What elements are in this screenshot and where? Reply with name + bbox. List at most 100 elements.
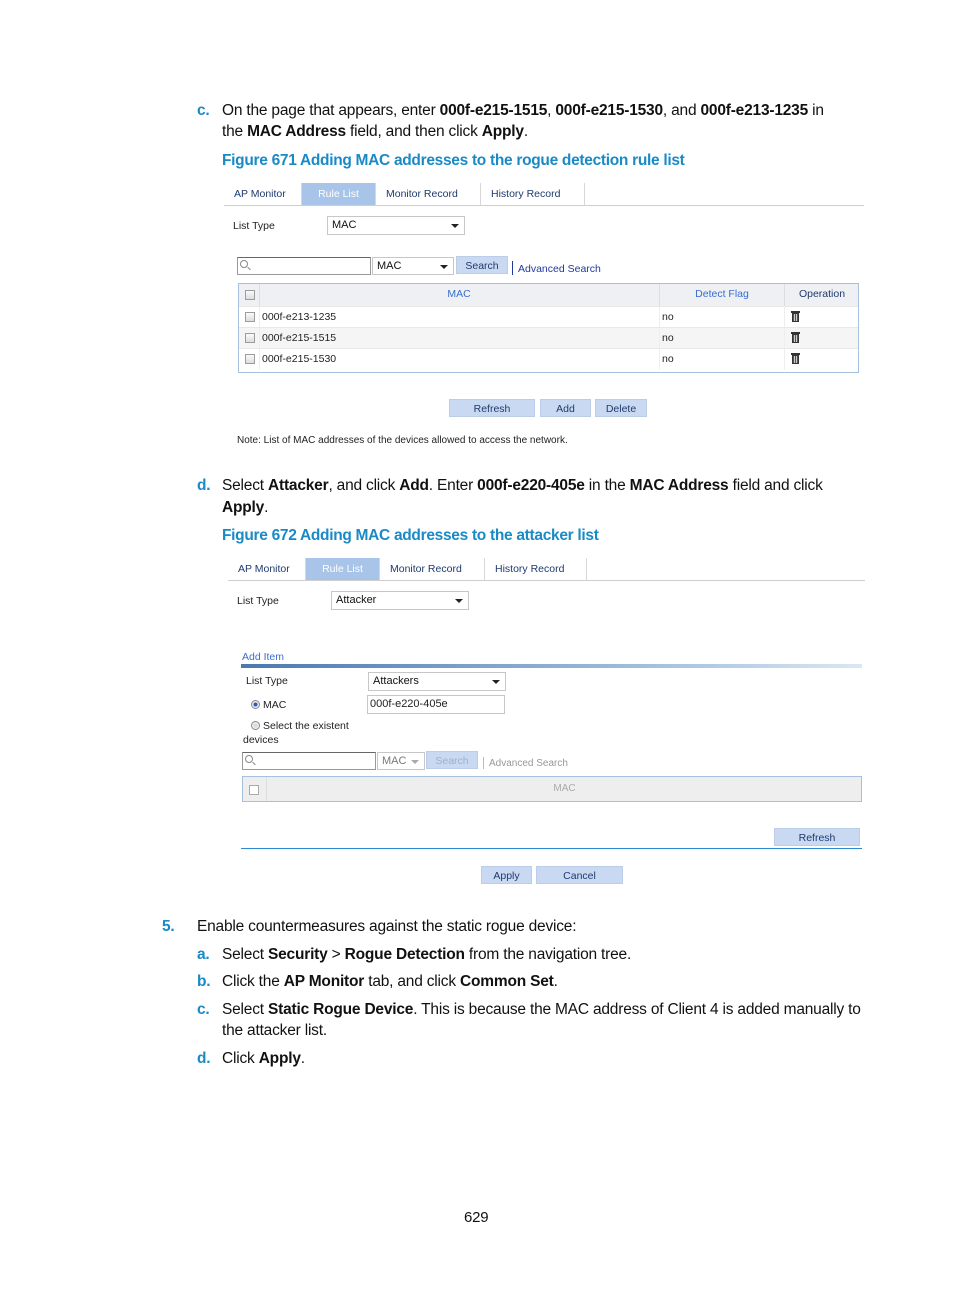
apply-button[interactable]: Apply (481, 866, 532, 884)
text: tab, and click (364, 973, 461, 990)
tab-monitor-record[interactable]: Monitor Record (380, 558, 485, 580)
menu-name: Security (268, 946, 328, 963)
advanced-search-link[interactable]: Advanced Search (518, 263, 601, 275)
step-marker: d. (197, 1050, 211, 1067)
search-icon (240, 260, 248, 268)
divider (659, 307, 660, 328)
tab-history-record[interactable]: History Record (481, 183, 585, 205)
search-button[interactable]: Search (456, 256, 508, 274)
header-detect-flag[interactable]: Detect Flag (660, 284, 784, 305)
tab-ap-monitor[interactable]: AP Monitor (224, 183, 302, 205)
table-row: 000f-e215-1530 no (239, 348, 858, 370)
radio-existent-label: Select the existent (263, 720, 349, 732)
tab-monitor-record[interactable]: Monitor Record (376, 183, 481, 205)
delete-button[interactable]: Delete (595, 399, 647, 417)
step-marker: c. (197, 102, 210, 119)
select-all-checkbox[interactable] (249, 785, 259, 795)
tab-history-record[interactable]: History Record (485, 558, 587, 580)
list-type-label: List Type (233, 220, 275, 232)
table-row: 000f-e215-1515 no (239, 327, 858, 349)
tab-rule-list[interactable]: Rule List (306, 558, 380, 580)
advanced-search-link[interactable]: Advanced Search (489, 758, 568, 769)
text: Select (222, 1001, 268, 1018)
mac-value: 000f-e215-1530 (555, 102, 663, 119)
trash-icon[interactable] (791, 353, 800, 364)
button-name: Common Set (460, 973, 554, 990)
row-checkbox[interactable] (245, 312, 255, 322)
divider (659, 349, 660, 370)
mac-input[interactable]: 000f-e220-405e (367, 695, 505, 714)
radio-mac[interactable] (251, 700, 260, 709)
add-item-list-type-value: Attackers (373, 675, 419, 687)
step-a-text: Select Security > Rogue Detection from t… (222, 944, 631, 965)
existent-search-button[interactable]: Search (426, 751, 478, 769)
header-operation: Operation (798, 288, 846, 300)
select-all-checkbox[interactable] (245, 290, 255, 300)
existent-search-input[interactable] (242, 752, 376, 770)
figure-672-caption: Figure 672 Adding MAC addresses to the a… (222, 527, 599, 544)
trash-icon[interactable] (791, 332, 800, 343)
text: . (300, 1050, 305, 1067)
row-checkbox[interactable] (245, 354, 255, 364)
text: the (222, 123, 248, 140)
chevron-down-icon (440, 265, 448, 269)
chevron-down-icon (455, 599, 463, 603)
search-icon (245, 755, 253, 763)
add-item-divider (241, 664, 862, 668)
divider (259, 349, 260, 370)
add-button[interactable]: Add (540, 399, 591, 417)
header-mac[interactable]: MAC (259, 284, 659, 305)
text: . (523, 123, 528, 140)
text: , and click (328, 477, 400, 494)
text: field, and then click (345, 123, 482, 140)
text: . This is because the MAC address of Cli… (413, 1001, 861, 1018)
chevron-down-icon (492, 680, 500, 684)
table-row: 000f-e213-1235 no (239, 306, 858, 328)
cell-mac: 000f-e215-1530 (262, 353, 337, 365)
text: , and (662, 102, 701, 119)
text: > (327, 946, 345, 963)
tab-ap-monitor[interactable]: AP Monitor (228, 558, 306, 580)
header-mac: MAC (553, 783, 576, 794)
cell-detect-flag: no (662, 332, 674, 344)
step-marker: c. (197, 1001, 210, 1018)
existent-search-field-select[interactable]: MAC (377, 752, 425, 770)
mac-input-value: 000f-e220-405e (370, 698, 448, 710)
search-field-select[interactable]: MAC (372, 257, 454, 275)
cell-detect-flag: no (662, 311, 674, 323)
text: from the navigation tree. (464, 946, 632, 963)
mac-value: 000f-e215-1515 (439, 102, 548, 119)
text: field and click (728, 477, 823, 494)
list-type-value: Attacker (336, 594, 377, 606)
field-name: MAC Address (629, 477, 729, 494)
row-checkbox[interactable] (245, 333, 255, 343)
button-name: Apply (258, 1050, 301, 1067)
step-marker: b. (197, 973, 211, 990)
option-name: Attacker (268, 477, 329, 494)
text: Select (222, 946, 268, 963)
refresh-button[interactable]: Refresh (449, 399, 535, 417)
divider (784, 328, 785, 349)
divider (259, 328, 260, 349)
trash-icon[interactable] (791, 311, 800, 322)
radio-existent-devices[interactable] (251, 721, 260, 730)
button-name: Apply (481, 123, 524, 140)
list-type-select[interactable]: Attacker (331, 591, 469, 610)
add-item-refresh-button[interactable]: Refresh (774, 828, 860, 846)
step-d2-text: Click Apply. (222, 1048, 305, 1069)
cancel-button[interactable]: Cancel (536, 866, 623, 884)
step-c-line-2: the MAC Address field, and then click Ap… (222, 121, 528, 142)
step-marker: a. (197, 946, 210, 963)
text: . Enter (428, 477, 478, 494)
mac-value: 000f-e220-405e (477, 477, 585, 494)
list-type-select[interactable]: MAC (327, 216, 465, 235)
text: . (553, 973, 558, 990)
add-item-list-type-select[interactable]: Attackers (368, 672, 506, 691)
text: Click the (222, 973, 284, 990)
option-name: Static Rogue Device (268, 1001, 414, 1018)
tab-rule-list[interactable]: Rule List (302, 183, 376, 205)
tab-bar: AP Monitor Rule List Monitor Record Hist… (228, 558, 865, 581)
rule-list-table: MAC Detect Flag Operation 000f-e213-1235… (238, 283, 859, 373)
button-name: Add (399, 477, 429, 494)
search-input[interactable] (237, 257, 371, 275)
